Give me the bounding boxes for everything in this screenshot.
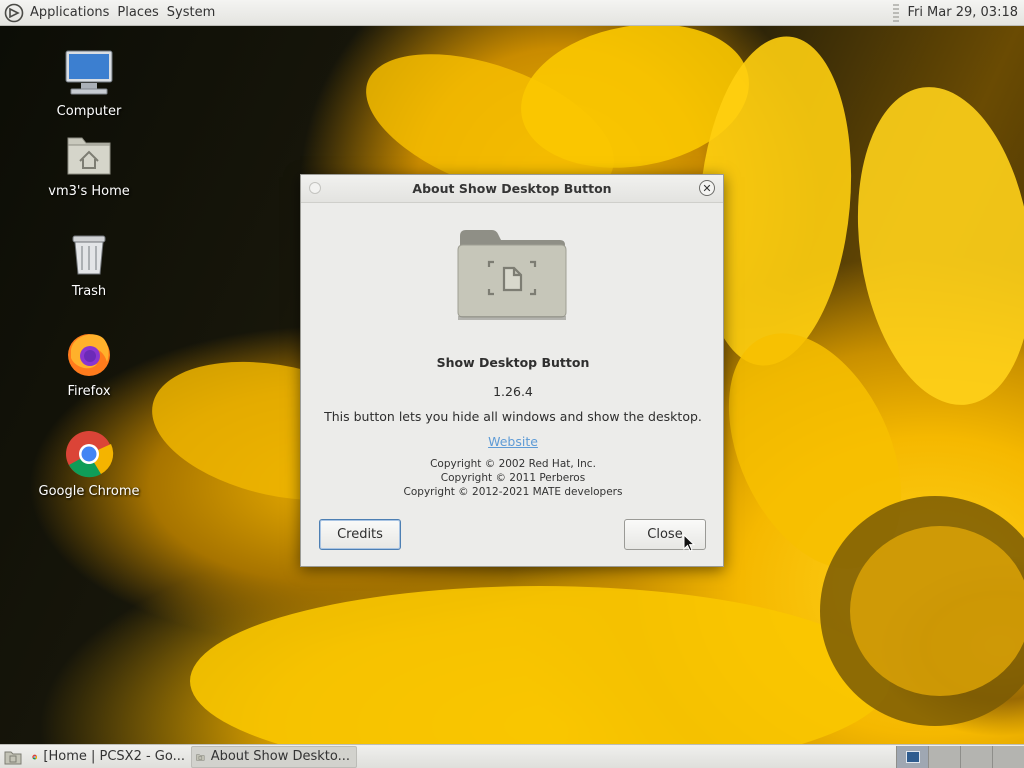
- about-dialog: About Show Desktop Button ✕ Show Desktop…: [300, 174, 724, 567]
- desktop-icon-label: Firefox: [67, 384, 111, 399]
- chrome-icon: [32, 754, 38, 759]
- workspace-2[interactable]: [928, 745, 960, 768]
- workspace-window-thumbnail: [905, 750, 920, 763]
- firefox-icon: [68, 334, 110, 376]
- copyright-line: Copyright © 2011 Perberos: [440, 472, 586, 484]
- bottom-panel: [Home | PCSX2 - Go... About Show Deskto.…: [0, 744, 1024, 768]
- close-icon[interactable]: ✕: [699, 180, 715, 196]
- desktop-icon-chrome[interactable]: Google Chrome: [29, 428, 149, 499]
- clock-area: Fri Mar 29, 03:18: [893, 3, 1024, 22]
- clock[interactable]: Fri Mar 29, 03:18: [907, 5, 1018, 20]
- dialog-titlebar[interactable]: About Show Desktop Button ✕: [301, 175, 723, 203]
- program-description: This button lets you hide all windows an…: [324, 409, 702, 424]
- show-desktop-logo-icon: [457, 230, 567, 320]
- workspace-switcher: [896, 745, 1024, 768]
- taskbar-item-chrome[interactable]: [Home | PCSX2 - Go...: [28, 746, 191, 768]
- desktop-icon-label: Computer: [56, 104, 122, 119]
- workspace-1[interactable]: [896, 745, 928, 768]
- show-desktop-icon: [196, 753, 205, 761]
- desktop-icon-label: vm3's Home: [48, 184, 130, 199]
- copyright-line: Copyright © 2002 Red Hat, Inc.: [430, 458, 596, 470]
- program-version: 1.26.4: [493, 384, 533, 399]
- desktop-icon-label: Trash: [71, 284, 107, 299]
- taskbar-item-label: [Home | PCSX2 - Go...: [43, 749, 185, 764]
- desktop-icon-computer[interactable]: Computer: [29, 48, 149, 119]
- program-name: Show Desktop Button: [436, 355, 590, 370]
- desktop-icon-home[interactable]: vm3's Home: [29, 128, 149, 199]
- credits-button[interactable]: Credits: [319, 519, 401, 550]
- window-menu-icon[interactable]: [309, 182, 321, 194]
- places-menu[interactable]: Places: [117, 5, 166, 20]
- chrome-icon: [66, 431, 114, 478]
- workspace-3[interactable]: [960, 745, 992, 768]
- home-folder-icon: [67, 137, 111, 175]
- taskbar-item-about-dialog[interactable]: About Show Deskto...: [191, 745, 357, 768]
- top-panel: Applications Places System Fri Mar 29, 0…: [0, 0, 1024, 26]
- website-link: Website: [301, 434, 725, 449]
- applications-menu[interactable]: Applications: [30, 5, 117, 20]
- workspace-4[interactable]: [992, 745, 1024, 768]
- dialog-title: About Show Desktop Button: [412, 181, 612, 196]
- mate-logo-icon[interactable]: [4, 3, 24, 23]
- copyright-line: Copyright © 2012-2021 MATE developers: [403, 486, 623, 498]
- trash-icon: [72, 235, 106, 275]
- show-desktop-button[interactable]: [2, 746, 24, 768]
- desktop-icon-label: Google Chrome: [38, 484, 140, 499]
- desktop-icon-trash[interactable]: Trash: [29, 228, 149, 299]
- panel-grip[interactable]: [893, 3, 900, 22]
- mouse-cursor-icon: [683, 534, 695, 552]
- desktop-icon-firefox[interactable]: Firefox: [29, 328, 149, 399]
- show-desktop-icon: [4, 751, 22, 764]
- system-menu[interactable]: System: [167, 5, 223, 20]
- taskbar-item-label: About Show Deskto...: [210, 749, 350, 764]
- computer-icon: [65, 50, 113, 95]
- website-link-text[interactable]: Website: [488, 434, 538, 449]
